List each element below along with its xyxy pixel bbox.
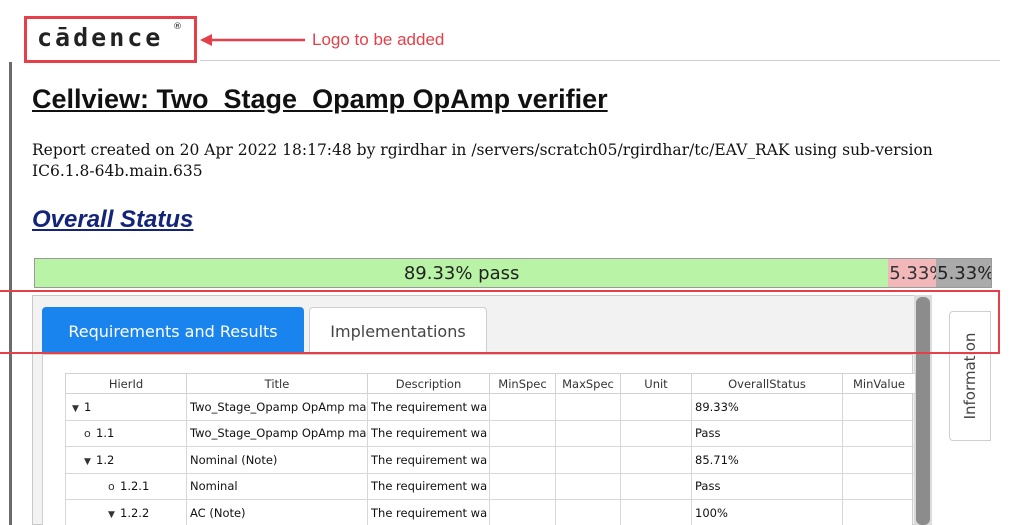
cell-maxspec [555, 499, 621, 525]
requirements-table: HierId Title Description MinSpec MaxSpec… [65, 373, 916, 525]
cell-title: Two_Stage_Opamp OpAmp ma [186, 393, 368, 421]
cell-minspec [489, 499, 556, 525]
column-header-minvalue[interactable]: MinValue [842, 373, 916, 394]
cell-minspec [489, 446, 556, 474]
overall-status-heading: Overall Status [32, 206, 194, 233]
leaf-node-icon: o [108, 480, 115, 494]
cell-description: The requirement wa [367, 446, 490, 474]
expand-caret-icon[interactable]: ▼ [108, 510, 120, 520]
cell-hierid: o 1.2.1 [65, 472, 187, 500]
table-row[interactable]: ▼ 1.2 Nominal (Note) The requirement wa 85.7… [65, 446, 916, 474]
overall-status-bar: 89.33% pass 5.33% 5.33% [34, 258, 992, 288]
hierid-text: 1.2 [96, 452, 115, 467]
logo-wordmark: cādence [37, 23, 164, 52]
cell-title: Two_Stage_Opamp OpAmp ma [186, 419, 368, 447]
cell-minspec [489, 393, 556, 421]
hierid-text: 1.2.1 [120, 479, 150, 494]
cell-maxspec [555, 472, 621, 500]
cell-minvalue [842, 472, 916, 500]
table-row[interactable]: o 1.1 Two_Stage_Opamp OpAmp ma The requirem… [65, 419, 916, 447]
cell-unit [620, 393, 692, 421]
cell-unit [620, 419, 692, 447]
column-header-unit[interactable]: Unit [620, 373, 692, 394]
cell-hierid: o 1.1 [65, 419, 187, 447]
cell-title: AC (Note) [186, 499, 368, 525]
column-header-maxspec[interactable]: MaxSpec [555, 373, 621, 394]
leaf-node-icon: o [84, 427, 91, 441]
cell-description: The requirement wa [367, 393, 490, 421]
cell-minspec [489, 419, 556, 447]
table-header-row: HierId Title Description MinSpec MaxSpec… [65, 373, 916, 394]
cell-minvalue [842, 499, 916, 525]
hierid-text: 1.1 [96, 426, 115, 441]
cell-description: The requirement wa [367, 419, 490, 447]
column-header-description[interactable]: Description [367, 373, 490, 394]
page-title: Cellview: Two_Stage_Opamp OpAmp verifier [32, 84, 608, 114]
cell-title: Nominal (Note) [186, 446, 368, 474]
cadence-logo: cādence ® [24, 16, 197, 63]
cell-hierid: ▼ 1.2.2 [65, 499, 187, 525]
column-header-overallstatus[interactable]: OverallStatus [691, 373, 843, 394]
cell-maxspec [555, 419, 621, 447]
status-bar-pass-segment: 89.33% pass [35, 259, 889, 287]
cell-hierid: ▼ 1 [65, 393, 187, 421]
annotation-arrow-icon [200, 34, 305, 46]
expand-caret-icon[interactable]: ▼ [84, 457, 96, 467]
cell-unit [620, 472, 692, 500]
expand-caret-icon[interactable]: ▼ [72, 404, 84, 414]
cell-minvalue [842, 393, 916, 421]
cell-overallstatus: 85.71% [691, 446, 843, 474]
status-bar-other-segment: 5.33% [936, 259, 991, 287]
cell-minvalue [842, 419, 916, 447]
cell-unit [620, 499, 692, 525]
cell-overallstatus: Pass [691, 419, 843, 447]
registered-mark: ® [173, 22, 182, 32]
cell-overallstatus: Pass [691, 472, 843, 500]
status-bar-fail-segment: 5.33% [888, 259, 937, 287]
table-row[interactable]: ▼ 1.2.2 AC (Note) The requirement wa 100% [65, 499, 916, 525]
cell-maxspec [555, 393, 621, 421]
hierid-text: 1.2.2 [120, 505, 150, 520]
cell-minspec [489, 472, 556, 500]
cell-hierid: ▼ 1.2 [65, 446, 187, 474]
report-meta: Report created on 20 Apr 2022 18:17:48 b… [32, 141, 933, 180]
column-header-minspec[interactable]: MinSpec [489, 373, 556, 394]
column-header-hierid[interactable]: HierId [65, 373, 187, 394]
cell-title: Nominal [186, 472, 368, 500]
table-row[interactable]: o 1.2.1 Nominal The requirement wa Pass [65, 472, 916, 500]
cell-description: The requirement wa [367, 472, 490, 500]
cell-description: The requirement wa [367, 499, 490, 525]
cell-overallstatus: 89.33% [691, 393, 843, 421]
hierid-text: 1 [84, 399, 92, 414]
header-divider [200, 60, 1000, 61]
cell-unit [620, 446, 692, 474]
annotation-logo-note: Logo to be added [312, 30, 445, 49]
cell-maxspec [555, 446, 621, 474]
cell-minvalue [842, 446, 916, 474]
table-row[interactable]: ▼ 1 Two_Stage_Opamp OpAmp ma The requiremen… [65, 393, 916, 421]
cell-overallstatus: 100% [691, 499, 843, 525]
annotation-highlight-box [0, 290, 1000, 354]
column-header-title[interactable]: Title [186, 373, 368, 394]
